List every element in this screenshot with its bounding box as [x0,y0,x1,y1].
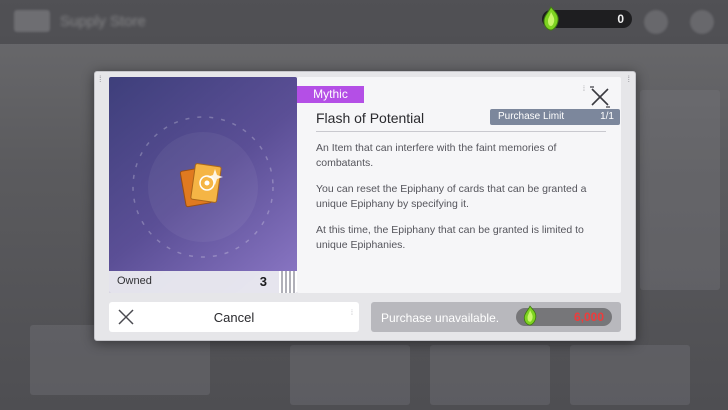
background-panel [430,345,550,405]
green-gem-icon [540,6,562,37]
button-dots-decoration: ⁞ [351,310,353,317]
purchase-limit-badge: Purchase Limit 1/1 [490,109,620,125]
cancel-button[interactable]: Cancel ⁞ [109,302,359,332]
background-panel [570,345,690,405]
background-icon [644,10,668,34]
corner-decoration: ⁞ [627,74,631,84]
currency-amount: 0 [617,12,624,26]
purchase-limit-value: 1/1 [600,111,614,122]
background-title: Supply Store [60,13,146,30]
purchase-label: Purchase unavailable. [381,311,500,325]
close-dots-decoration: ⁞ [583,86,585,93]
owned-label: Owned [117,275,152,287]
owned-count: 3 [259,274,267,289]
owned-bar: Owned 3 [109,271,297,293]
divider [316,131,606,132]
description-paragraph: At this time, the Epiphany that can be g… [316,224,584,251]
item-card: Owned 3 [109,77,297,293]
description-paragraph: You can reset the Epiphany of cards that… [316,183,587,210]
background-back-button [14,10,50,32]
price-display: 6,000 [516,305,612,326]
description-paragraph: An Item that can interfere with the fain… [316,142,557,169]
close-button[interactable] [587,84,613,110]
price-value: 6,000 [573,310,604,324]
item-purchase-modal: ⁞ ⁞ Owned 3 Mythic ⁞ Flash of Potential … [94,71,636,341]
item-name: Flash of Potential [316,110,425,126]
currency-display: 0 [542,6,632,31]
green-gem-icon [521,305,539,332]
card-stack-icon [179,159,227,220]
item-description: An Item that can interfere with the fain… [316,141,612,264]
corner-decoration: ⁞ [99,74,103,84]
rarity-badge: Mythic [297,86,364,103]
cancel-label: Cancel [213,310,255,325]
background-panel [290,345,410,405]
purchase-limit-label: Purchase Limit [498,111,565,122]
item-info-panel: Mythic ⁞ Flash of Potential Purchase Lim… [297,77,621,293]
close-icon [590,86,610,108]
background-icon [690,10,714,34]
owned-bar-stripes [279,271,297,293]
background-panel [640,90,720,290]
purchase-button[interactable]: Purchase unavailable. 6,000 [371,302,621,332]
